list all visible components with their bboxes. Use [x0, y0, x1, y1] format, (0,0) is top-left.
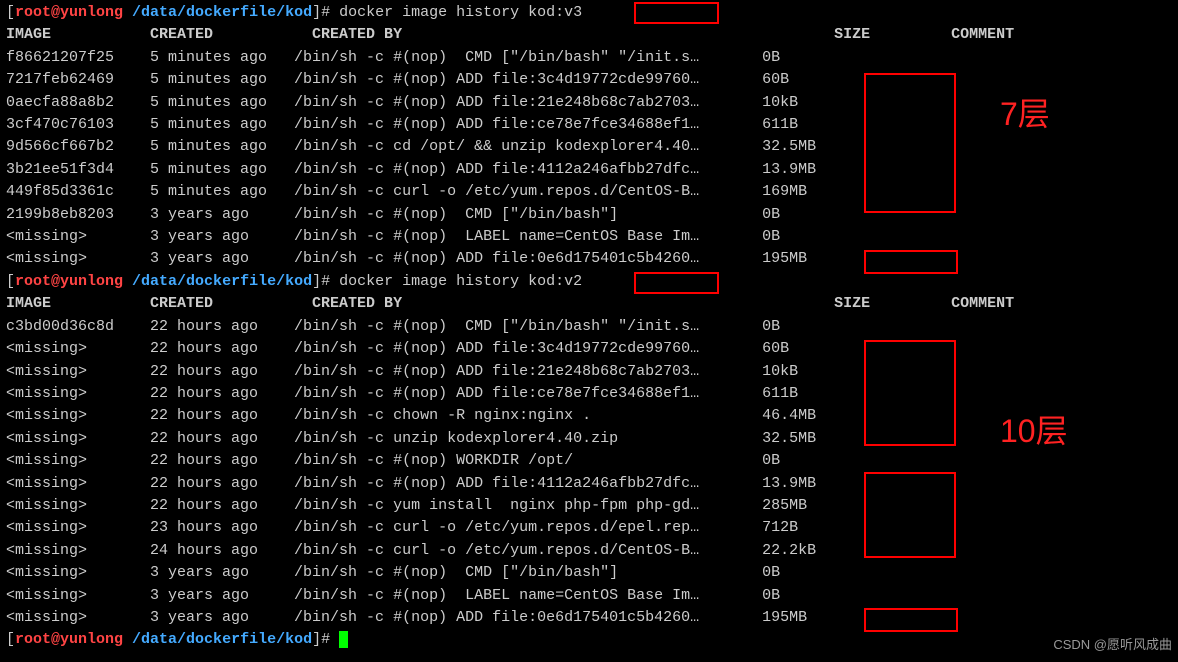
- table-row: <missing> 22 hours ago /bin/sh -c #(nop)…: [6, 452, 780, 469]
- table-header: IMAGE CREATED CREATED BY SIZE COMMENT: [6, 295, 1014, 312]
- table-row: 2199b8eb8203 3 years ago /bin/sh -c #(no…: [6, 206, 780, 223]
- annotation-10-layers: 10层: [1000, 420, 1068, 442]
- table-row: <missing> 22 hours ago /bin/sh -c yum in…: [6, 497, 807, 514]
- prompt-user: root@yunlong: [15, 631, 123, 648]
- table-row: <missing> 22 hours ago /bin/sh -c chown …: [6, 407, 816, 424]
- table-row: 449f85d3361c 5 minutes ago /bin/sh -c cu…: [6, 183, 807, 200]
- table-row: <missing> 24 hours ago /bin/sh -c curl -…: [6, 542, 816, 559]
- prompt-path: /data/dockerfile/kod: [123, 631, 312, 648]
- table-row: <missing> 3 years ago /bin/sh -c #(nop) …: [6, 587, 780, 604]
- csdn-watermark: CSDN @愿听风成曲: [1053, 634, 1172, 656]
- table-row: <missing> 3 years ago /bin/sh -c #(nop) …: [6, 228, 780, 245]
- table-row: <missing> 3 years ago /bin/sh -c #(nop) …: [6, 609, 807, 626]
- table-row: <missing> 22 hours ago /bin/sh -c #(nop)…: [6, 385, 798, 402]
- table-row: 0aecfa88a8b2 5 minutes ago /bin/sh -c #(…: [6, 94, 798, 111]
- terminal-output: [root@yunlong /data/dockerfile/kod]# doc…: [6, 2, 1172, 652]
- command-text: docker image history kod:v3: [339, 4, 582, 21]
- table-row: <missing> 3 years ago /bin/sh -c #(nop) …: [6, 250, 807, 267]
- table-row: 7217feb62469 5 minutes ago /bin/sh -c #(…: [6, 71, 789, 88]
- prompt-path: /data/dockerfile/kod: [123, 4, 312, 21]
- table-row: c3bd00d36c8d 22 hours ago /bin/sh -c #(n…: [6, 318, 780, 335]
- prompt-user: root@yunlong: [15, 273, 123, 290]
- command-text: docker image history kod:v2: [339, 273, 582, 290]
- table-row: <missing> 22 hours ago /bin/sh -c #(nop)…: [6, 363, 798, 380]
- prompt-user: root@yunlong: [15, 4, 123, 21]
- table-header: IMAGE CREATED CREATED BY SIZE COMMENT: [6, 26, 1014, 43]
- table-row: <missing> 23 hours ago /bin/sh -c curl -…: [6, 519, 798, 536]
- table-row: <missing> 22 hours ago /bin/sh -c #(nop)…: [6, 340, 789, 357]
- table-row: 3cf470c76103 5 minutes ago /bin/sh -c #(…: [6, 116, 798, 133]
- table-row: <missing> 22 hours ago /bin/sh -c #(nop)…: [6, 475, 816, 492]
- table-row: 3b21ee51f3d4 5 minutes ago /bin/sh -c #(…: [6, 161, 816, 178]
- table-row: f86621207f25 5 minutes ago /bin/sh -c #(…: [6, 49, 780, 66]
- prompt-path: /data/dockerfile/kod: [123, 273, 312, 290]
- table-row: <missing> 3 years ago /bin/sh -c #(nop) …: [6, 564, 780, 581]
- cursor[interactable]: [339, 631, 348, 648]
- table-row: 9d566cf667b2 5 minutes ago /bin/sh -c cd…: [6, 138, 816, 155]
- table-row: <missing> 22 hours ago /bin/sh -c unzip …: [6, 430, 816, 447]
- annotation-7-layers: 7层: [1000, 103, 1050, 125]
